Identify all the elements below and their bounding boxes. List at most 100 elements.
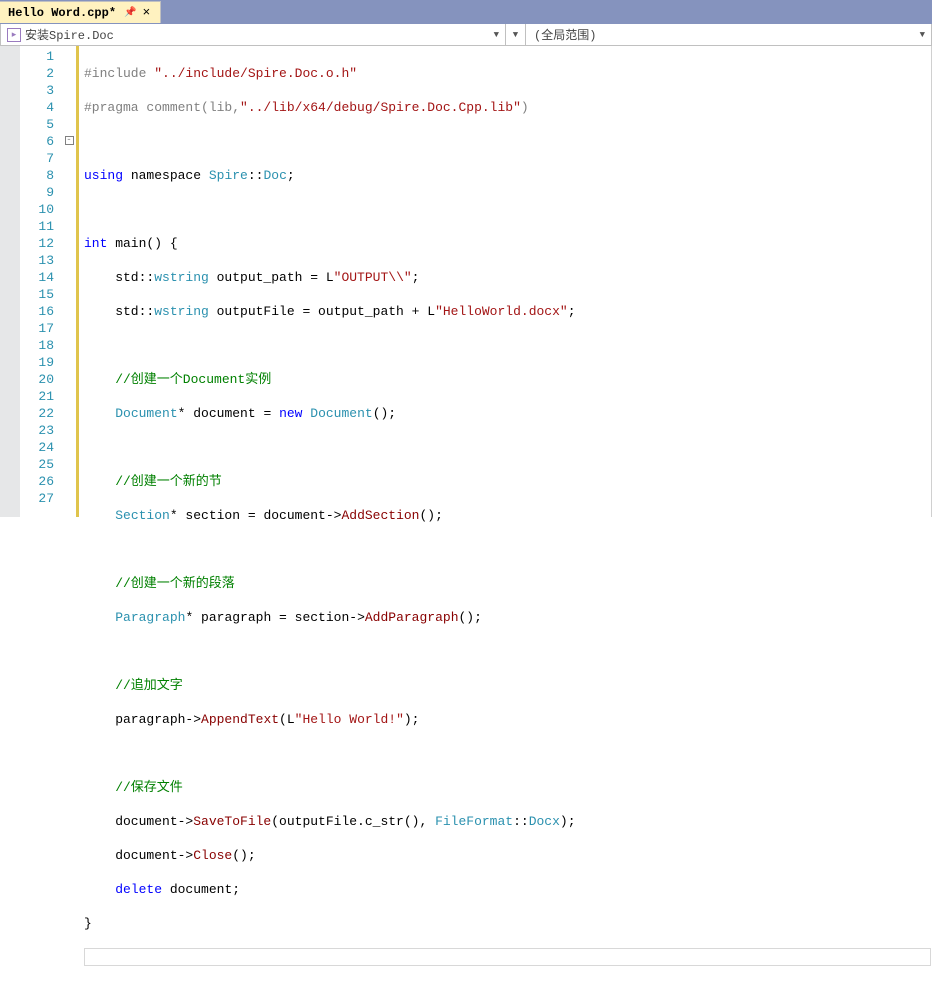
line-number: 17 (20, 320, 54, 337)
current-line (84, 948, 931, 966)
fold-cell[interactable] (62, 65, 76, 82)
code-line: #include "../include/Spire.Doc.o.h" (84, 65, 931, 82)
fold-cell[interactable] (62, 116, 76, 133)
project-icon: ▸ (7, 28, 21, 42)
fold-cell[interactable] (62, 184, 76, 201)
line-number: 10 (20, 201, 54, 218)
fold-cell[interactable] (62, 354, 76, 371)
fold-cell[interactable] (62, 337, 76, 354)
line-number: 22 (20, 405, 54, 422)
code-line: int main() { (84, 235, 931, 252)
fold-cell[interactable] (62, 48, 76, 65)
line-number: 21 (20, 388, 54, 405)
function-dropdown[interactable]: (全局范围) ▼ (526, 24, 932, 46)
line-number: 15 (20, 286, 54, 303)
fold-cell[interactable] (62, 490, 76, 507)
line-number: 19 (20, 354, 54, 371)
line-number: 12 (20, 235, 54, 252)
code-line: std::wstring output_path = L"OUTPUT\\"; (84, 269, 931, 286)
close-icon[interactable]: × (142, 5, 150, 20)
code-line: //保存文件 (84, 779, 931, 796)
fold-cell[interactable] (62, 405, 76, 422)
nav-split[interactable]: ▼ (506, 24, 526, 46)
line-number-gutter[interactable]: 1234567891011121314151617181920212223242… (20, 46, 62, 517)
fold-cell[interactable] (62, 422, 76, 439)
fold-cell[interactable] (62, 201, 76, 218)
code-editor[interactable]: #include "../include/Spire.Doc.o.h" #pra… (82, 46, 932, 517)
code-line: Section* section = document->AddSection(… (84, 507, 931, 524)
line-number: 2 (20, 65, 54, 82)
line-number: 18 (20, 337, 54, 354)
code-line (84, 745, 931, 762)
fold-cell[interactable] (62, 320, 76, 337)
code-line (84, 541, 931, 558)
line-number: 23 (20, 422, 54, 439)
code-line (84, 643, 931, 660)
code-line: } (84, 915, 931, 932)
scope-label: 安装Spire.Doc (25, 26, 114, 43)
fold-cell[interactable] (62, 235, 76, 252)
line-number: 16 (20, 303, 54, 320)
code-line: //创建一个Document实例 (84, 371, 931, 388)
outline-margin[interactable]: - (62, 46, 76, 517)
line-number: 26 (20, 473, 54, 490)
code-line: document->Close(); (84, 847, 931, 864)
file-tab[interactable]: Hello Word.cpp* 📌 × (0, 1, 161, 23)
line-number: 7 (20, 150, 54, 167)
fold-cell[interactable] (62, 150, 76, 167)
fold-cell[interactable] (62, 473, 76, 490)
line-number: 14 (20, 269, 54, 286)
line-number: 3 (20, 82, 54, 99)
line-number: 24 (20, 439, 54, 456)
code-line (84, 439, 931, 456)
line-number: 13 (20, 252, 54, 269)
fold-cell[interactable] (62, 388, 76, 405)
code-line: //创建一个新的段落 (84, 575, 931, 592)
line-number: 20 (20, 371, 54, 388)
code-line (84, 201, 931, 218)
function-label: (全局范围) (534, 26, 596, 43)
chevron-down-icon: ▼ (920, 30, 925, 40)
fold-cell[interactable] (62, 82, 76, 99)
code-line: document->SaveToFile(outputFile.c_str(),… (84, 813, 931, 830)
code-line: delete document; (84, 881, 931, 898)
code-line: Paragraph* paragraph = section->AddParag… (84, 609, 931, 626)
fold-cell[interactable] (62, 269, 76, 286)
code-line: using namespace Spire::Doc; (84, 167, 931, 184)
fold-toggle-icon[interactable]: - (65, 136, 74, 145)
fold-cell[interactable] (62, 371, 76, 388)
code-line (84, 133, 931, 150)
fold-cell[interactable] (62, 252, 76, 269)
scope-dropdown[interactable]: ▸ 安装Spire.Doc ▼ (0, 24, 506, 46)
editor-area: 1234567891011121314151617181920212223242… (0, 46, 932, 517)
code-line (84, 337, 931, 354)
code-line: //追加文字 (84, 677, 931, 694)
fold-cell[interactable]: - (62, 133, 76, 150)
line-number: 9 (20, 184, 54, 201)
tab-title: Hello Word.cpp* (8, 6, 116, 20)
fold-cell[interactable] (62, 303, 76, 320)
line-number: 25 (20, 456, 54, 473)
fold-cell[interactable] (62, 99, 76, 116)
pin-icon[interactable]: 📌 (124, 7, 136, 19)
fold-cell[interactable] (62, 218, 76, 235)
code-line: #pragma comment(lib,"../lib/x64/debug/Sp… (84, 99, 931, 116)
code-line: std::wstring outputFile = output_path + … (84, 303, 931, 320)
line-number: 27 (20, 490, 54, 507)
fold-cell[interactable] (62, 439, 76, 456)
line-number: 5 (20, 116, 54, 133)
line-number: 6 (20, 133, 54, 150)
line-number: 1 (20, 48, 54, 65)
tab-bar: Hello Word.cpp* 📌 × (0, 0, 932, 24)
fold-cell[interactable] (62, 456, 76, 473)
code-line: Document* document = new Document(); (84, 405, 931, 422)
indicator-margin (0, 46, 20, 517)
fold-cell[interactable] (62, 167, 76, 184)
navigation-bar: ▸ 安装Spire.Doc ▼ ▼ (全局范围) ▼ (0, 24, 932, 46)
fold-cell[interactable] (62, 286, 76, 303)
chevron-down-icon: ▼ (513, 30, 518, 40)
line-number: 8 (20, 167, 54, 184)
line-number: 11 (20, 218, 54, 235)
code-line: paragraph->AppendText(L"Hello World!"); (84, 711, 931, 728)
chevron-down-icon: ▼ (494, 30, 499, 40)
